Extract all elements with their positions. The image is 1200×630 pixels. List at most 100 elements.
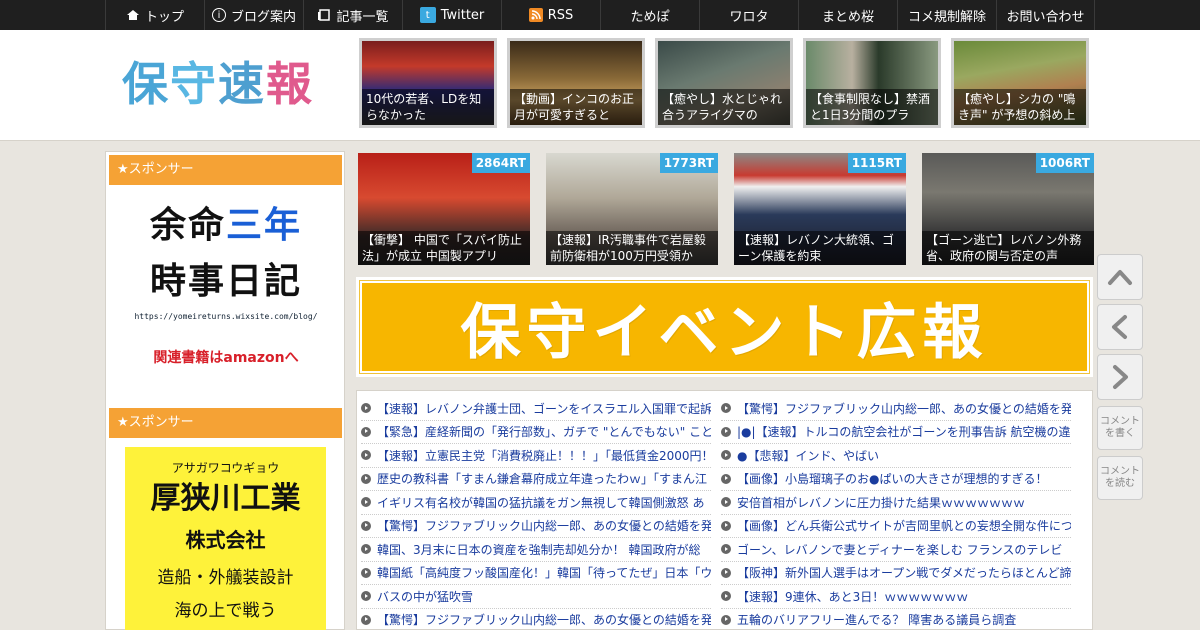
header-thumb-article[interactable]: 【癒やし】水とじゃれ合うアライグマの xyxy=(655,38,793,128)
amazon-link[interactable]: 関連書籍はamazonへ xyxy=(126,347,326,367)
list-icon xyxy=(317,8,331,22)
play-bullet-icon xyxy=(361,403,371,414)
sponsor-ad-yomei[interactable]: 余命三年 時事日記 https://yomeireturns.wixsite.c… xyxy=(126,202,326,382)
nav-label: お問い合わせ xyxy=(1006,9,1085,25)
nav-item-warota[interactable]: ワロタ xyxy=(699,0,798,30)
play-bullet-icon xyxy=(721,614,731,625)
ad-company-name: 厚狭川工業 xyxy=(150,481,301,516)
play-bullet-icon xyxy=(361,426,371,437)
news-title: ゴーン、レバノンで妻とディナーを楽しむ フランスのテレビ xyxy=(737,542,1063,557)
news-item[interactable]: バスの中が猛吹雪 xyxy=(361,585,711,609)
prev-article-button[interactable] xyxy=(1097,304,1143,350)
logo-char: 報 xyxy=(266,57,314,111)
thumb-caption: 【食事制限なし】禁酒と1日3分間のプラ xyxy=(806,89,938,125)
nav-label: コメ規制解除 xyxy=(907,9,986,25)
logo-char: 保 xyxy=(122,57,170,111)
nav-item-contact[interactable]: お問い合わせ xyxy=(996,0,1095,30)
news-item[interactable]: 歴史の教科書「すまん鎌倉幕府成立年違ったわｗ」「すまん江 xyxy=(361,468,711,491)
ad-url: https://yomeireturns.wixsite.com/blog/ xyxy=(134,312,318,321)
nav-item-matome-sakura[interactable]: まとめ桜 xyxy=(798,0,897,30)
info-icon: i xyxy=(211,8,226,22)
sponsor-ad-asagawa[interactable]: アサガワコウギョウ 厚狭川工業 株式会社 造船・外艤装設計 海の上で戦う xyxy=(125,447,326,630)
news-item[interactable]: 【速報】立憲民主党「消費税廃止！！！」「最低賃金2000円！ xyxy=(361,444,711,468)
write-comment-button[interactable]: コメントを書く xyxy=(1097,406,1143,450)
header-thumb-article[interactable]: 10代の若者、LDを知らなかった xyxy=(359,38,497,128)
ad-title: 余命三年 xyxy=(126,202,326,250)
news-title: 韓国紙「高純度フッ酸国産化！」韓国「待ってたぜ」日本「ウ xyxy=(377,566,711,581)
play-bullet-icon xyxy=(721,473,731,484)
news-item[interactable]: 【驚愕】フジファブリック山内総一郎、あの女優との結婚を発 xyxy=(361,515,711,538)
thumb-caption: 【動画】インコのお正月が可愛すぎると xyxy=(510,89,642,125)
news-item[interactable]: |●|【速報】トルコの航空会社がゴーンを刑事告訴 航空機の違 xyxy=(721,421,1071,444)
retweet-count-badge: 2864RT xyxy=(471,153,530,173)
news-title: |●|【速報】トルコの航空会社がゴーンを刑事告訴 航空機の違 xyxy=(737,425,1071,440)
sidebar: ★スポンサー 余命三年 時事日記 https://yomeireturns.wi… xyxy=(105,151,345,630)
play-bullet-icon xyxy=(721,403,731,414)
nav-item-twitter[interactable]: t Twitter xyxy=(402,0,501,30)
trending-article[interactable]: 1006RT 【ゴーン逃亡】レバノン外務省、政府の関与否定の声 xyxy=(922,153,1094,265)
news-item[interactable]: 【驚愕】フジファブリック山内総一郎、あの女優との結婚を発 xyxy=(721,397,1071,421)
news-item[interactable]: 【緊急】産経新聞の「発行部数」、ガチで "とんでもない" ことになっ xyxy=(361,421,711,444)
news-item[interactable]: イギリス有名校が韓国の猛抗議をガン無視して韓国側激怒 あ xyxy=(361,491,711,515)
chevron-up-icon xyxy=(1108,270,1132,285)
ad-tagline: 海の上で戦う xyxy=(174,601,277,621)
news-item[interactable]: 【驚愕】フジファブリック山内総一郎、あの女優との結婚を発 xyxy=(361,609,711,630)
news-item[interactable]: 【阪神】新外国人選手はオープン戦でダメだったらほとんど諦 xyxy=(721,562,1071,585)
play-bullet-icon xyxy=(361,544,371,555)
retweet-count-badge: 1773RT xyxy=(659,153,718,173)
nav-item-top[interactable]: トップ xyxy=(105,0,204,30)
next-article-button[interactable] xyxy=(1097,354,1143,400)
play-bullet-icon xyxy=(361,614,371,625)
rss-icon xyxy=(528,8,543,22)
news-item[interactable]: 韓国紙「高純度フッ酸国産化！」韓国「待ってたぜ」日本「ウ xyxy=(361,562,711,585)
news-title: 韓国、3月末に日本の資産を強制売却処分か！ 韓国政府が総 xyxy=(377,542,701,557)
scroll-top-button[interactable] xyxy=(1097,254,1143,300)
news-title: 安倍首相がレバノンに圧力掛けた結果ｗｗｗｗｗｗｗ xyxy=(737,495,1026,510)
header-thumb-article[interactable]: 【動画】インコのお正月が可愛すぎると xyxy=(507,38,645,128)
nav-item-article-list[interactable]: 記事一覧 xyxy=(303,0,402,30)
nav-label: まとめ桜 xyxy=(821,9,874,25)
thumb-caption: 10代の若者、LDを知らなかった xyxy=(362,89,494,125)
news-item[interactable]: 五輪のバリアフリー進んでる？ 障害ある議員ら調査 xyxy=(721,609,1071,630)
news-title: 五輪のバリアフリー進んでる？ 障害ある議員ら調査 xyxy=(737,613,1017,628)
news-item[interactable]: 【速報】レバノン弁護士団、ゴーンをイスラエル入国罪で起訴 xyxy=(361,397,711,421)
news-item[interactable]: 安倍首相がレバノンに圧力掛けた結果ｗｗｗｗｗｗｗ xyxy=(721,491,1071,515)
nav-item-comment-unban[interactable]: コメ規制解除 xyxy=(897,0,996,30)
news-item[interactable]: ●【悲報】インド、やばい xyxy=(721,444,1071,468)
news-title: ●【悲報】インド、やばい xyxy=(737,448,879,463)
play-bullet-icon xyxy=(361,520,371,531)
news-item[interactable]: 【画像】どん兵衛公式サイトが吉岡里帆との妄想全開な件につ xyxy=(721,515,1071,538)
play-bullet-icon xyxy=(721,591,731,602)
nav-item-tamepo[interactable]: ためぽ xyxy=(600,0,699,30)
news-title: 【速報】立憲民主党「消費税廃止！！！」「最低賃金2000円！ xyxy=(377,448,711,463)
play-bullet-icon xyxy=(721,567,731,578)
site-logo[interactable]: 保守速報 xyxy=(122,54,322,114)
twitter-icon: t xyxy=(419,7,436,23)
ad-description: 造船・外艤装設計 xyxy=(157,568,294,588)
read-comment-button[interactable]: コメントを読む xyxy=(1097,456,1143,500)
play-bullet-icon xyxy=(721,426,731,437)
read-comment-label: コメントを読む xyxy=(1100,466,1140,489)
trending-article[interactable]: 1115RT 【速報】レバノン大統領、ゴーン保護を約束 xyxy=(734,153,906,265)
news-title: バスの中が猛吹雪 xyxy=(377,589,474,604)
news-title: 【速報】9連休、あと3日！ｗｗｗｗｗｗｗ xyxy=(737,589,969,604)
news-list-box: 【速報】レバノン弁護士団、ゴーンをイスラエル入国罪で起訴 【緊急】産経新聞の「発… xyxy=(356,390,1093,630)
sponsor-heading: ★スポンサー xyxy=(109,155,342,185)
news-item[interactable]: 【速報】9連休、あと3日！ｗｗｗｗｗｗｗ xyxy=(721,585,1071,609)
nav-item-rss[interactable]: RSS xyxy=(501,0,600,30)
news-item[interactable]: 韓国、3月末に日本の資産を強制売却処分か！ 韓国政府が総 xyxy=(361,538,711,562)
write-comment-label: コメントを書く xyxy=(1100,416,1140,439)
event-banner[interactable]: 保守イベント広報 xyxy=(356,277,1093,377)
news-item[interactable]: 【画像】小島瑠璃子のお●ぱいの大きさが理想的すぎる！ xyxy=(721,468,1071,491)
play-bullet-icon xyxy=(721,544,731,555)
trend-caption: 【速報】IR汚職事件で岩屋毅前防衛相が100万円受領か xyxy=(546,231,718,265)
news-item[interactable]: ゴーン、レバノンで妻とディナーを楽しむ フランスのテレビ xyxy=(721,538,1071,562)
trending-article[interactable]: 1773RT 【速報】IR汚職事件で岩屋毅前防衛相が100万円受領か xyxy=(546,153,718,265)
news-title: 【驚愕】フジファブリック山内総一郎、あの女優との結婚を発 xyxy=(377,519,711,534)
play-bullet-icon xyxy=(361,473,371,484)
nav-label: ワロタ xyxy=(729,9,769,25)
trending-article[interactable]: 2864RT 【衝撃】 中国で「スパイ防止法」が成立 中国製アプリ xyxy=(358,153,530,265)
header-thumb-article[interactable]: 【癒やし】シカの "鳴き声" が予想の斜め上 xyxy=(951,38,1089,128)
header-thumb-article[interactable]: 【食事制限なし】禁酒と1日3分間のプラ xyxy=(803,38,941,128)
nav-item-blog-guide[interactable]: i ブログ案内 xyxy=(204,0,303,30)
